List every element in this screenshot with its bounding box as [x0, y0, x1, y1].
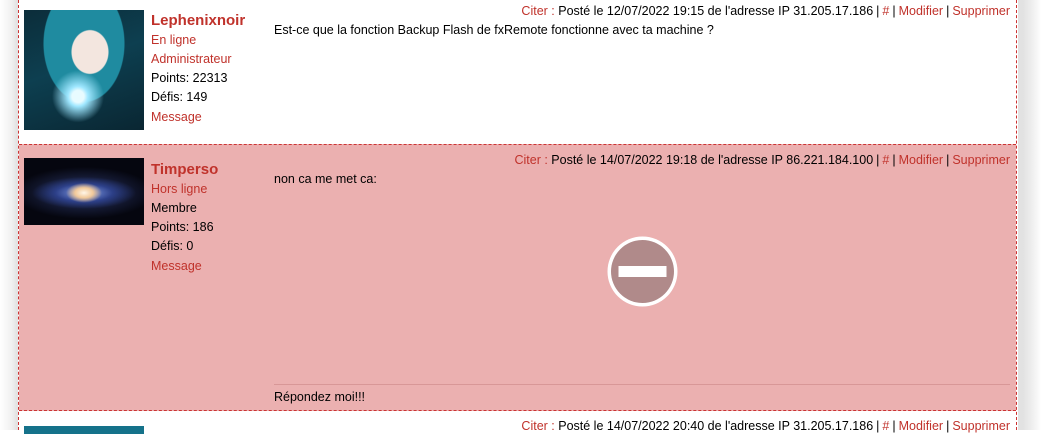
separator: | [892, 4, 896, 18]
message-link[interactable]: Message [151, 257, 276, 276]
user-info: Lephenixnoir En ligne Administrateur Poi… [151, 11, 276, 127]
user-info: Timperso Hors ligne Membre Points: 186 D… [151, 160, 276, 276]
message-link[interactable]: Message [151, 108, 276, 127]
user-defis: Défis: 149 [151, 90, 208, 104]
user-defis: Défis: 0 [151, 239, 194, 253]
edit-link[interactable]: Modifier [899, 153, 943, 167]
separator: | [946, 4, 950, 18]
username-link[interactable]: Timperso [151, 160, 276, 180]
delete-link[interactable]: Supprimer [952, 4, 1010, 18]
post-date: Posté le 12/07/2022 19:15 de l'adresse I… [558, 4, 874, 18]
post-date: Posté le 14/07/2022 20:40 de l'adresse I… [558, 419, 874, 433]
user-role: Administrateur [151, 52, 232, 66]
right-page-shadow [1018, 0, 1041, 430]
avatar[interactable] [24, 158, 144, 225]
cite-link[interactable]: Citer : [521, 4, 554, 18]
avatar[interactable] [24, 10, 144, 130]
post-meta: Citer : Posté le 12/07/2022 19:15 de l'a… [521, 4, 1010, 18]
signature: Répondez moi!!! [274, 390, 366, 404]
forum-post: Lephenixnoir En ligne Administrateur Poi… [19, 0, 1016, 144]
forum-post: Timperso Hors ligne Membre Points: 186 D… [19, 144, 1016, 411]
signature-divider [274, 384, 1010, 385]
user-role: Membre [151, 201, 197, 215]
post-meta: Citer : Posté le 14/07/2022 19:18 de l'a… [514, 153, 1010, 167]
post-body: non ca me met ca: [274, 172, 377, 186]
left-page-shadow [0, 0, 18, 430]
forum-post: Citer : Posté le 14/07/2022 20:40 de l'a… [19, 411, 1016, 434]
separator: | [892, 419, 896, 433]
no-entry-icon [607, 236, 678, 307]
post-body: Est-ce que la fonction Backup Flash de f… [274, 23, 714, 37]
username-link[interactable]: Lephenixnoir [151, 11, 276, 31]
separator: | [946, 153, 950, 167]
separator: | [946, 419, 950, 433]
online-status: Hors ligne [151, 182, 208, 196]
post-date: Posté le 14/07/2022 19:18 de l'adresse I… [551, 153, 874, 167]
edit-link[interactable]: Modifier [899, 419, 943, 433]
cite-link[interactable]: Citer : [514, 153, 547, 167]
user-points: Points: 22313 [151, 71, 228, 85]
post-meta: Citer : Posté le 14/07/2022 20:40 de l'a… [521, 419, 1010, 433]
delete-link[interactable]: Supprimer [952, 419, 1010, 433]
user-points: Points: 186 [151, 220, 214, 234]
edit-link[interactable]: Modifier [899, 4, 943, 18]
delete-link[interactable]: Supprimer [952, 153, 1010, 167]
separator: | [892, 153, 896, 167]
online-status: En ligne [151, 33, 197, 47]
avatar[interactable] [24, 426, 144, 434]
cite-link[interactable]: Citer : [521, 419, 554, 433]
